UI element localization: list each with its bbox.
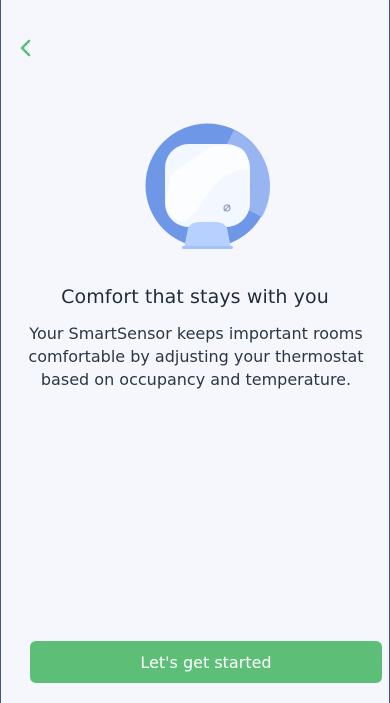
back-button[interactable] [17,30,53,66]
smartsensor-illustration [144,122,271,254]
page-title: Comfort that stays with you [61,286,329,308]
chevron-left-icon [20,39,31,57]
onboarding-screen: Comfort that stays with you Your SmartSe… [0,0,390,703]
get-started-button[interactable]: Let's get started [30,641,382,683]
description-text: Your SmartSensor keeps important rooms c… [28,324,364,389]
